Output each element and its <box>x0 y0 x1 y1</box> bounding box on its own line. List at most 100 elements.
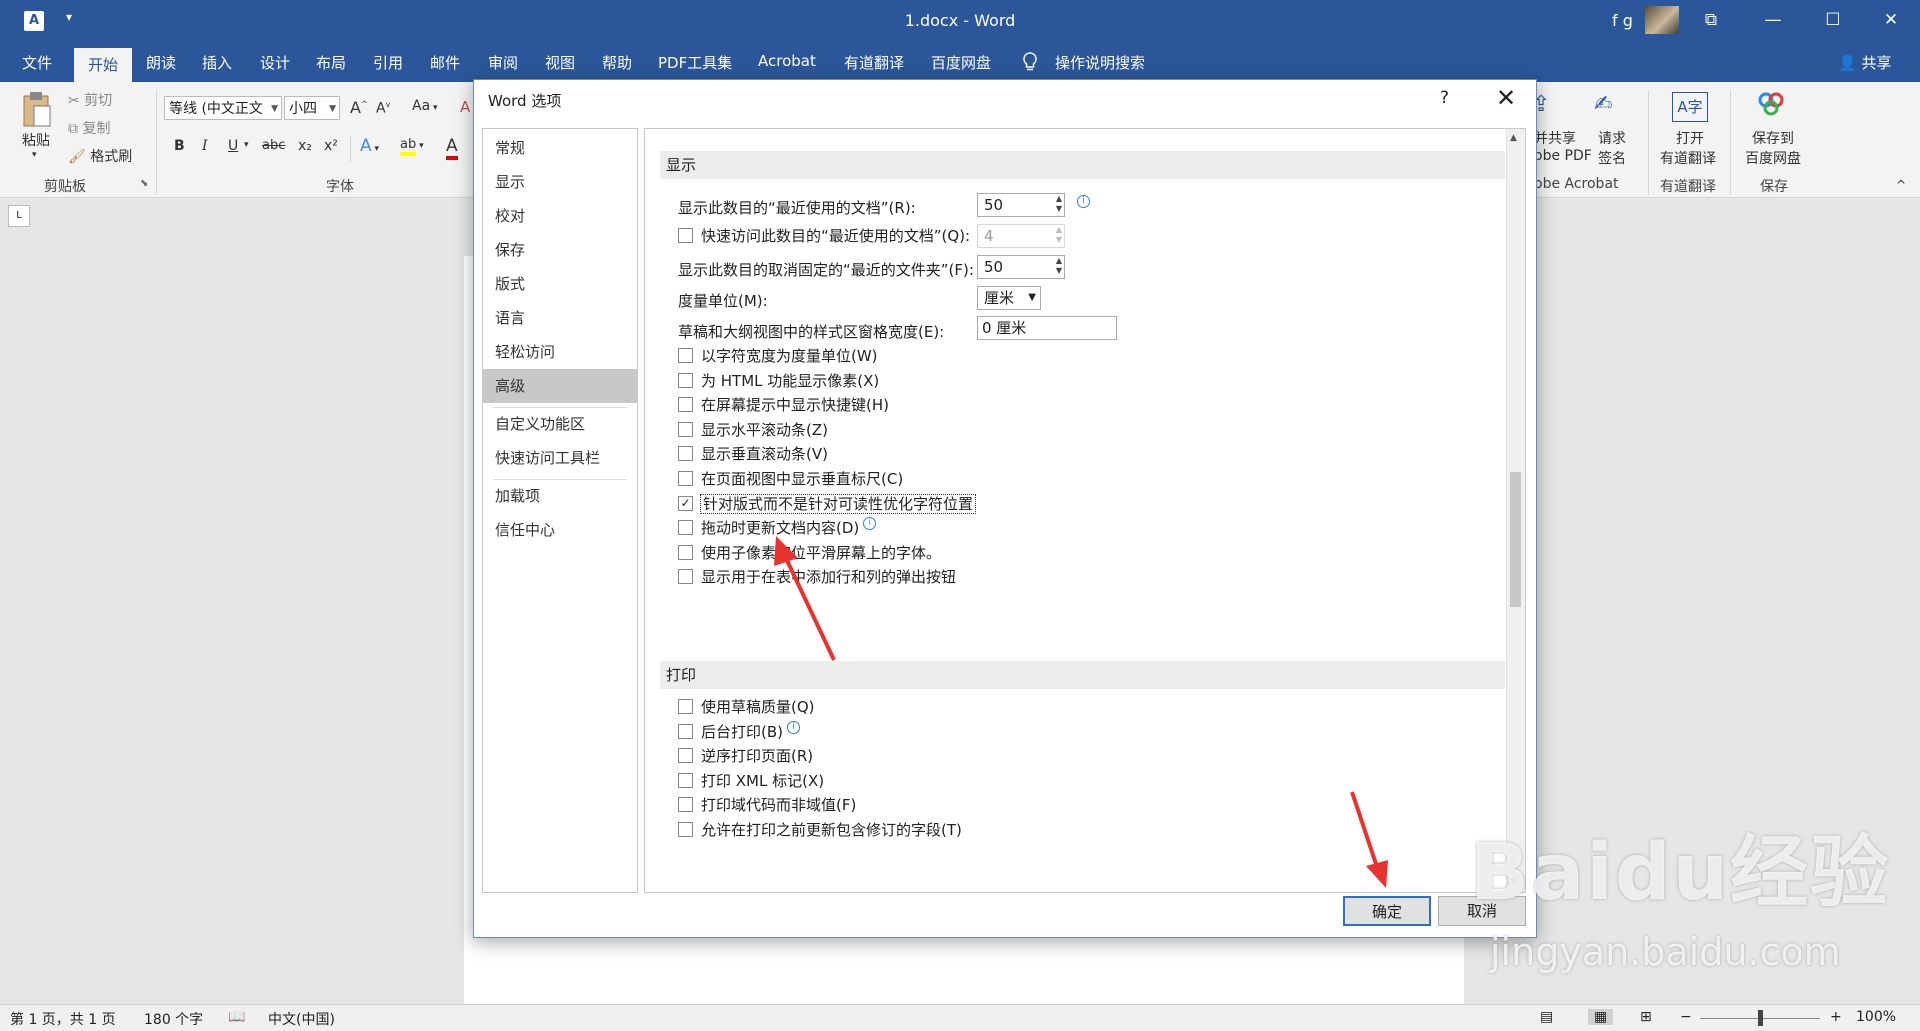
tab-help[interactable]: 帮助 <box>602 52 632 73</box>
display-option-checkbox-row[interactable]: 以字符宽度为度量单位(W) <box>678 345 878 367</box>
highlight-button[interactable]: ab ▾ <box>400 136 424 156</box>
underline-button[interactable]: U <box>228 138 238 154</box>
zoom-level[interactable]: 100% <box>1856 1009 1896 1025</box>
nav-item-typography[interactable]: 版式 <box>483 267 637 301</box>
tab-view[interactable]: 视图 <box>545 52 575 73</box>
copy-button[interactable]: ⧉ 复制 <box>68 118 110 138</box>
units-select[interactable]: 厘米 ▼ <box>977 286 1041 310</box>
tab-read-aloud[interactable]: 朗读 <box>146 52 176 73</box>
youdao-translate-icon[interactable]: A字 <box>1672 92 1708 122</box>
request-signature-label-1[interactable]: 请求 <box>1598 128 1626 148</box>
checkbox[interactable] <box>678 822 693 837</box>
checkbox[interactable] <box>678 397 693 413</box>
checkbox[interactable] <box>678 348 693 363</box>
nav-item-display[interactable]: 显示 <box>483 165 637 199</box>
format-painter-button[interactable]: 🖌 格式刷 <box>68 146 132 166</box>
share-button[interactable]: 👤 共享 <box>1838 52 1891 73</box>
options-scrollbar[interactable]: ▲ ▼ <box>1506 129 1525 892</box>
paste-clipboard-icon[interactable] <box>20 90 54 130</box>
display-option-checkbox-row[interactable]: ✓ 针对版式而不是针对可读性优化字符位置 <box>678 493 977 515</box>
italic-button[interactable]: I <box>202 138 208 154</box>
checkbox[interactable] <box>678 471 693 486</box>
display-option-checkbox-row[interactable]: 拖动时更新文档内容(D) i <box>678 517 877 539</box>
print-option-checkbox-row[interactable]: 后台打印(B) i <box>678 720 800 743</box>
bold-button[interactable]: B <box>174 138 185 154</box>
dialog-close-button[interactable]: ✕ <box>1496 84 1516 112</box>
clipboard-launcher-icon[interactable]: ⬊ <box>140 178 148 189</box>
proofing-icon[interactable]: 📖 <box>228 1009 245 1025</box>
grow-font-button[interactable]: A^ <box>350 98 368 117</box>
checkbox[interactable] <box>678 748 693 764</box>
display-option-checkbox-row[interactable]: 显示垂直滚动条(V) <box>678 443 828 465</box>
page-count[interactable]: 第 1 页，共 1 页 <box>10 1009 116 1029</box>
checkbox[interactable] <box>678 372 693 388</box>
user-avatar[interactable] <box>1645 6 1679 34</box>
tab-design[interactable]: 设计 <box>260 52 290 73</box>
cut-button[interactable]: ✂ 剪切 <box>68 90 112 110</box>
request-signature-icon[interactable]: ✍ <box>1594 92 1612 117</box>
unpinned-folders-spinner[interactable]: 50 ▲ ▼ <box>977 255 1065 279</box>
quick-access-checkbox-row[interactable]: 快速访问此数目的“最近使用的文档”(Q): <box>678 225 970 247</box>
scroll-thumb[interactable] <box>1510 472 1521 607</box>
subscript-button[interactable]: x₂ <box>298 138 312 154</box>
read-mode-icon[interactable]: ▤ <box>1540 1009 1553 1025</box>
print-option-checkbox-row[interactable]: 允许在打印之前更新包含修订的字段(T) <box>678 819 962 841</box>
print-option-checkbox-row[interactable]: 打印 XML 标记(X) <box>678 770 824 792</box>
ribbon-display-options-button[interactable]: ⧉ <box>1686 0 1736 42</box>
nav-item-quick-access-toolbar[interactable]: 快速访问工具栏 <box>483 441 637 475</box>
lightbulb-icon[interactable] <box>1022 52 1038 76</box>
tab-home[interactable]: 开始 <box>74 48 132 82</box>
ok-button[interactable]: 确定 <box>1343 896 1431 926</box>
maximize-button[interactable]: ☐ <box>1808 0 1858 42</box>
checkbox-checked[interactable]: ✓ <box>678 495 693 511</box>
display-option-checkbox-row[interactable]: 显示用于在表中添加行和列的弹出按钮 <box>678 566 956 588</box>
language-indicator[interactable]: 中文(中国) <box>268 1009 335 1029</box>
tab-file[interactable]: 文件 <box>22 52 52 73</box>
print-option-checkbox-row[interactable]: 打印域代码而非域值(F) <box>678 794 856 816</box>
tab-acrobat[interactable]: Acrobat <box>758 52 816 70</box>
style-area-width-input[interactable]: 0 厘米 <box>977 316 1117 340</box>
checkbox[interactable] <box>678 520 693 536</box>
word-count[interactable]: 180 个字 <box>144 1009 203 1029</box>
nav-item-general[interactable]: 常规 <box>483 131 637 165</box>
checkbox[interactable] <box>678 699 693 714</box>
checkbox[interactable] <box>678 797 693 813</box>
nav-item-accessibility[interactable]: 轻松访问 <box>483 335 637 369</box>
collapse-ribbon-icon[interactable]: ^ <box>1896 178 1906 192</box>
nav-item-advanced[interactable]: 高级 <box>483 369 637 403</box>
tab-insert[interactable]: 插入 <box>202 52 232 73</box>
tab-selector-icon[interactable]: L <box>8 205 30 227</box>
font-size-combo[interactable]: 小四 ▼ <box>284 96 340 120</box>
display-option-checkbox-row[interactable]: 在页面视图中显示垂直标尺(C) <box>678 468 903 490</box>
minimize-button[interactable]: — <box>1748 0 1798 42</box>
info-icon[interactable]: i <box>1073 195 1090 213</box>
checkbox[interactable] <box>678 544 693 560</box>
nav-item-customize-ribbon[interactable]: 自定义功能区 <box>483 407 637 441</box>
baidu-netdisk-icon[interactable] <box>1756 90 1786 120</box>
zoom-out-button[interactable]: − <box>1680 1009 1692 1025</box>
display-option-checkbox-row[interactable]: 为 HTML 功能显示像素(X) <box>678 370 879 392</box>
shrink-font-button[interactable]: Av <box>376 100 390 117</box>
font-name-combo[interactable]: 等线 (中文正文 ▼ <box>164 96 282 120</box>
superscript-button[interactable]: x² <box>324 138 338 154</box>
change-case-button[interactable]: Aa ▾ <box>412 98 438 114</box>
tab-mailings[interactable]: 邮件 <box>430 52 460 73</box>
nav-item-proofing[interactable]: 校对 <box>483 199 637 233</box>
user-name[interactable]: f g <box>1612 11 1633 30</box>
tab-review[interactable]: 审阅 <box>488 52 518 73</box>
info-icon[interactable]: i <box>863 517 877 531</box>
checkbox[interactable] <box>678 723 693 739</box>
checkbox[interactable] <box>678 772 693 788</box>
tab-references[interactable]: 引用 <box>373 52 403 73</box>
paste-button[interactable]: 粘贴 <box>22 130 50 150</box>
open-youdao-label-1[interactable]: 打开 <box>1676 128 1704 148</box>
nav-item-save[interactable]: 保存 <box>483 233 637 267</box>
scroll-up-icon[interactable]: ▲ <box>1510 133 1517 143</box>
tell-me-search[interactable]: 操作说明搜索 <box>1055 52 1145 73</box>
share-pdf-label-1[interactable]: 并共享 <box>1534 128 1576 148</box>
dialog-help-button[interactable]: ? <box>1440 88 1449 108</box>
text-effects-button[interactable]: A ▾ <box>360 136 379 156</box>
print-layout-icon[interactable]: ▦ <box>1588 1009 1614 1025</box>
clear-formatting-icon[interactable]: A <box>460 98 470 116</box>
print-option-checkbox-row[interactable]: 逆序打印页面(R) <box>678 745 813 767</box>
